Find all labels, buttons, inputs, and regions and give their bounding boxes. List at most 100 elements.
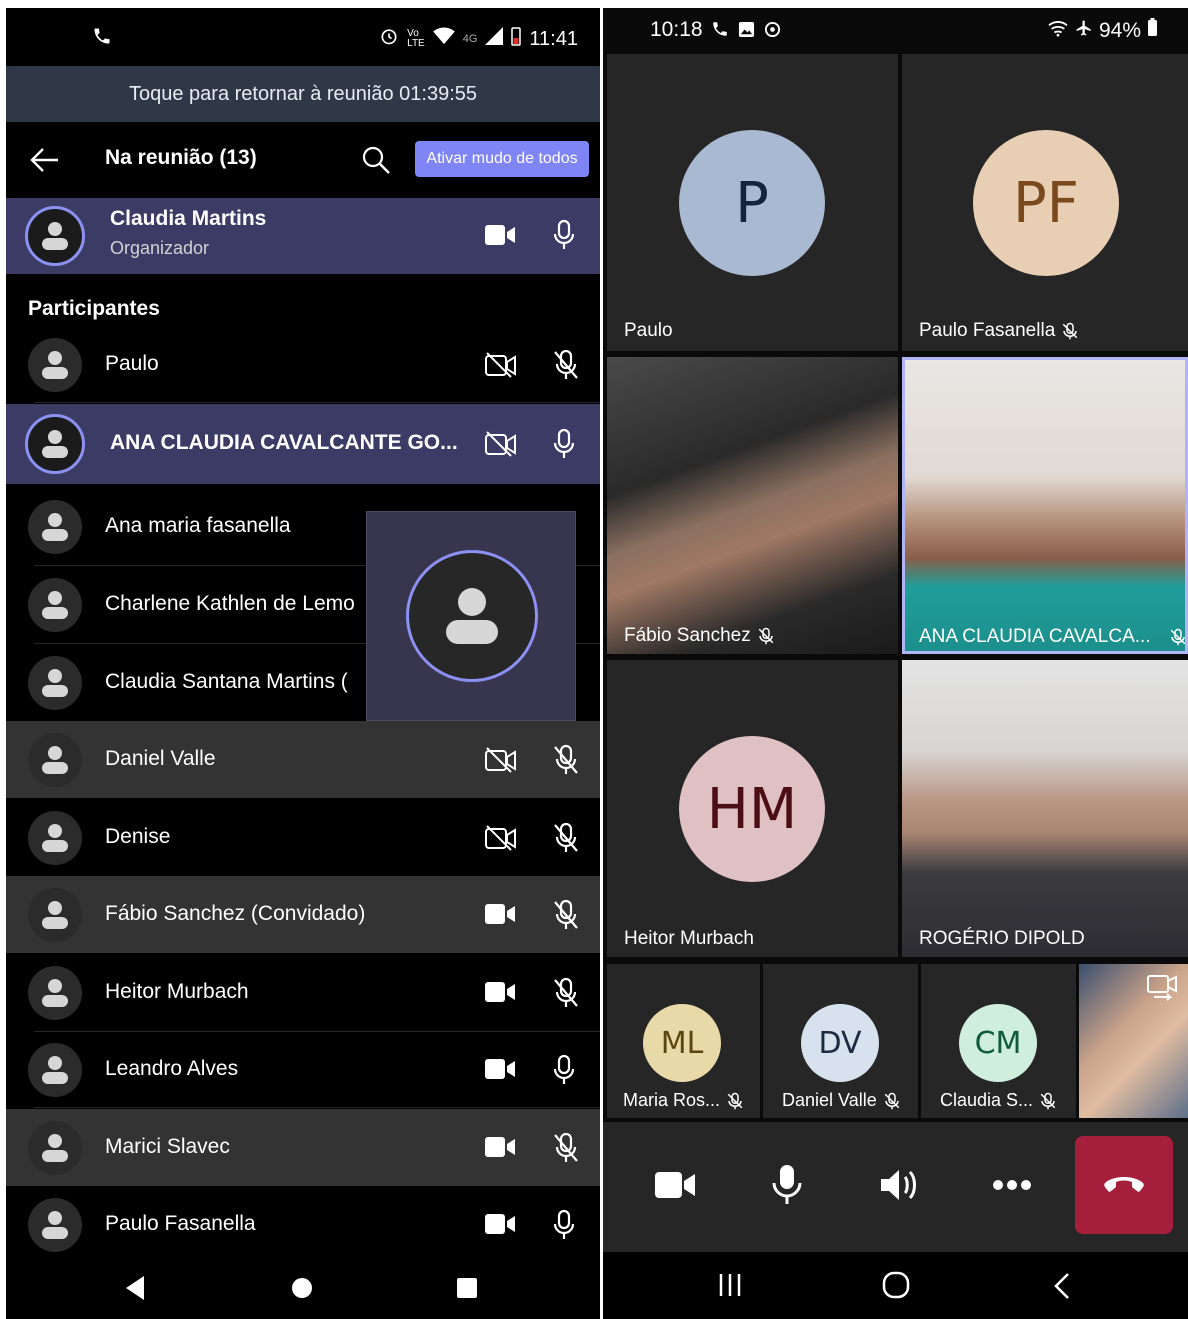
status-bar: 10:18 94% <box>603 8 1188 52</box>
participant-row[interactable]: Fábio Sanchez (Convidado) <box>6 876 600 953</box>
tile-label: Paulo Fasanella <box>919 320 1079 342</box>
nav-recents-icon[interactable] <box>717 1272 743 1303</box>
participant-tile-claudia[interactable]: CM Claudia S... <box>921 964 1076 1118</box>
self-avatar <box>406 550 538 682</box>
nav-home-icon[interactable] <box>881 1270 911 1305</box>
mic-muted-icon <box>1170 628 1185 646</box>
avatar: DV <box>801 1004 879 1082</box>
tile-label: Fábio Sanchez <box>624 625 775 647</box>
self-video-tile[interactable] <box>1079 964 1188 1118</box>
participant-row[interactable]: Paulo Fasanella <box>6 1186 600 1263</box>
participant-name: Marici Slavec <box>105 1135 230 1158</box>
mic-on-icon <box>552 219 582 251</box>
participant-name: Paulo <box>105 352 159 375</box>
self-video-preview[interactable] <box>366 511 576 721</box>
video-on-icon <box>484 1211 518 1239</box>
video-on-icon <box>484 1134 518 1162</box>
participant-video-ana-claudia[interactable]: ANA CLAUDIA CAVALCA... <box>902 357 1188 654</box>
search-icon[interactable] <box>361 145 391 175</box>
avatar <box>28 966 82 1020</box>
participant-video-fabio[interactable]: Fábio Sanchez <box>607 357 898 654</box>
phone-call-icon <box>711 20 729 44</box>
back-arrow-icon[interactable] <box>30 146 60 174</box>
participant-name: Heitor Murbach <box>624 928 754 949</box>
tile-label: Heitor Murbach <box>624 928 754 950</box>
participant-video-rogerio[interactable]: ROGÉRIO DIPOLD <box>902 660 1188 957</box>
participants-screen: Vo LTE 4G 11:41 Toque para retornar à reu… <box>6 8 600 1319</box>
mic-muted-icon <box>552 744 582 776</box>
participant-name: Maria Ros... <box>623 1090 721 1110</box>
mic-muted-icon <box>552 822 582 854</box>
row-divider <box>34 402 600 403</box>
switch-camera-icon[interactable] <box>1146 972 1178 1007</box>
participant-name: ANA CLAUDIA CAVALCANTE GO... <box>110 431 458 454</box>
participant-name: Denise <box>105 825 171 848</box>
call-controls <box>603 1122 1188 1252</box>
participant-row[interactable]: Paulo <box>6 327 600 403</box>
participant-tile-paulo-fasanella[interactable]: PF Paulo Fasanella <box>902 54 1188 351</box>
participant-row[interactable]: Leandro Alves <box>6 1031 600 1108</box>
mic-muted-icon <box>552 349 582 381</box>
video-on-icon <box>484 1056 518 1084</box>
wifi-icon <box>432 27 455 51</box>
microphone-toggle-button[interactable] <box>752 1150 822 1220</box>
signal-icon: 4G <box>462 33 478 45</box>
status-bar: Vo LTE 4G 11:41 <box>6 8 600 66</box>
status-time: 11:41 <box>529 27 578 50</box>
status-time: 10:18 <box>650 18 703 41</box>
hang-up-icon <box>1104 1177 1144 1192</box>
camera-toggle-button[interactable] <box>640 1150 710 1220</box>
mute-all-button[interactable]: Ativar mudo de todos <box>415 141 589 177</box>
video-off-icon <box>484 746 518 774</box>
nav-recents-icon[interactable] <box>456 1277 478 1304</box>
avatar <box>28 733 82 787</box>
participant-name: Paulo Fasanella <box>919 320 1056 341</box>
tile-label: Maria Ros... <box>623 1090 744 1111</box>
section-label: Participantes <box>28 297 160 320</box>
participant-name: Claudia Santana Martins ( <box>105 670 348 693</box>
participant-name: Heitor Murbach <box>105 980 249 1003</box>
battery-percent: 94% <box>1098 18 1141 42</box>
participant-name: Fábio Sanchez <box>624 625 751 646</box>
avatar <box>25 206 85 266</box>
mic-muted-icon <box>552 899 582 931</box>
return-to-meeting-banner[interactable]: Toque para retornar à reunião 01:39:55 <box>6 66 600 122</box>
system-icons: 94% <box>1047 18 1158 43</box>
mic-on-icon <box>552 1054 582 1086</box>
participant-row[interactable]: ANA CLAUDIA CAVALCANTE GO... <box>6 404 600 484</box>
participant-tile-heitor[interactable]: HM Heitor Murbach <box>607 660 898 957</box>
organizer-row[interactable]: Claudia Martins Organizador <box>6 198 600 274</box>
nav-home-icon[interactable] <box>291 1277 313 1304</box>
avatar: CM <box>959 1004 1037 1082</box>
speaker-icon <box>881 1170 916 1200</box>
participant-tile-daniel[interactable]: DV Daniel Valle <box>763 964 918 1118</box>
mic-muted-icon <box>884 1092 900 1109</box>
avatar <box>28 656 82 710</box>
speaker-button[interactable] <box>865 1150 935 1220</box>
call-screen: 10:18 94% P Paulo PF Paulo Fasanella Fáb… <box>603 8 1188 1319</box>
more-icon <box>993 1180 1031 1190</box>
participant-row[interactable]: Denise <box>6 799 600 877</box>
participant-row[interactable]: Heitor Murbach <box>6 954 600 1032</box>
nav-back-icon[interactable] <box>124 1275 146 1306</box>
more-options-button[interactable] <box>977 1150 1047 1220</box>
mic-muted-icon <box>1040 1092 1056 1109</box>
avatar <box>28 811 82 865</box>
participant-tile-maria[interactable]: ML Maria Ros... <box>607 964 760 1118</box>
mic-muted-icon <box>552 977 582 1009</box>
volte-icon: Vo LTE <box>407 28 425 49</box>
video-off-icon <box>484 351 518 379</box>
camera-icon <box>655 1172 695 1198</box>
avatar <box>28 1043 82 1097</box>
participant-row[interactable]: Marici Slavec <box>6 1109 600 1186</box>
battery-low-icon <box>511 26 522 52</box>
hang-up-button[interactable] <box>1075 1136 1173 1234</box>
video-on-icon <box>484 979 518 1007</box>
participant-name: Fábio Sanchez (Convidado) <box>105 902 366 925</box>
participant-tile-paulo[interactable]: P Paulo <box>607 54 898 351</box>
nav-back-icon[interactable] <box>1053 1272 1071 1305</box>
video-on-icon <box>484 901 518 929</box>
participant-name: Daniel Valle <box>105 747 216 770</box>
participant-name: Charlene Kathlen de Lemo <box>105 592 355 615</box>
participant-row[interactable]: Daniel Valle <box>6 721 600 798</box>
